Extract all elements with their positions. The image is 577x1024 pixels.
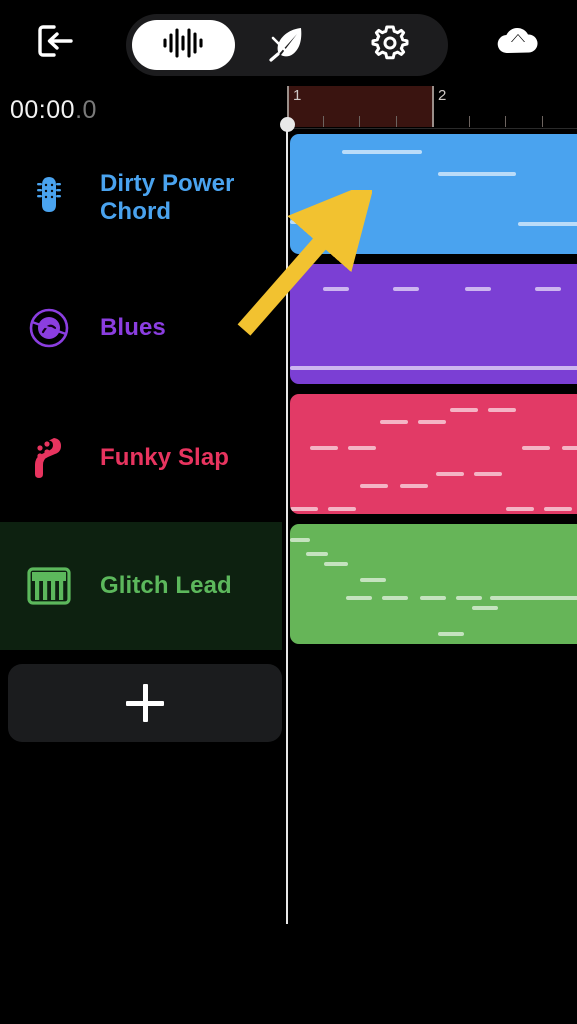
midi-note [506,507,534,511]
track-row-funky-slap[interactable]: Funky Slap [0,394,282,522]
view-mode-segmented-control[interactable] [126,14,448,76]
timecode-fraction: .0 [75,96,97,124]
midi-note [522,446,550,450]
gear-icon [370,23,410,68]
clip-glitch-lead[interactable] [290,524,577,644]
ruler-baseline [287,128,577,129]
midi-note [436,472,464,476]
timeline-ruler[interactable]: 1 2 [287,86,577,134]
clip-funky-slap[interactable] [290,394,577,514]
bass-headstock-icon [16,428,82,488]
ruler-tick [505,116,506,127]
midi-note [420,596,446,600]
timecode-main: 00:00 [10,96,76,124]
midi-note [328,507,356,511]
ruler-tick [542,116,543,127]
track-row-glitch-lead[interactable]: Glitch Lead [0,522,282,650]
track-row-dirty-power-chord[interactable]: Dirty Power Chord [0,134,282,262]
midi-note [474,472,502,476]
ruler-tick [396,116,397,127]
midi-note [324,562,348,566]
midi-note [290,220,334,224]
exit-button[interactable] [30,22,82,64]
exit-arrow-icon [37,24,75,63]
midi-note [465,287,491,291]
playhead-line[interactable] [286,122,288,927]
waveform-icon [160,26,208,65]
midi-note [393,287,419,291]
ruler-tick [323,116,324,127]
track-name-label: Glitch Lead [100,571,232,599]
track-name-label: Funky Slap [100,443,230,471]
midi-note [472,606,498,610]
guitar-headstock-icon [16,168,82,228]
track-list: Dirty Power Chord Blues Funky Slap Glitc… [0,134,282,654]
midi-note [348,446,376,450]
ruler-tick [359,116,360,127]
track-row-blues[interactable]: Blues [0,264,282,392]
ruler-tick [469,116,470,127]
track-name-label: Dirty Power Chord [100,169,235,225]
bar-number-1: 1 [293,87,302,104]
clip-dirty-power-chord[interactable] [290,134,577,254]
midi-note [346,596,372,600]
midi-note [535,287,561,291]
cloud-upload-icon [495,23,541,64]
tab-tracks[interactable] [132,20,236,70]
midi-note [544,507,572,511]
bar-number-2: 2 [438,87,447,104]
midi-note [290,538,310,542]
midi-note [438,632,464,636]
tab-compose[interactable] [235,20,338,70]
bottom-toolbar [0,924,577,1024]
midi-note [488,408,516,412]
midi-note [450,408,478,412]
clip-blues[interactable] [290,264,577,384]
plus-icon [126,684,164,722]
loop-region[interactable] [287,86,433,127]
midi-note [490,596,577,600]
feather-quill-icon [267,24,307,67]
midi-note [360,484,388,488]
midi-note [342,150,422,154]
top-bar [0,0,577,84]
add-track-button[interactable] [8,664,282,742]
cloud-upload-button[interactable] [491,22,545,64]
timecode-display[interactable]: 00:00.0 [10,96,97,125]
midi-note [306,552,328,556]
piano-keys-icon [16,556,82,616]
midi-note [562,446,577,450]
midi-note [310,446,338,450]
midi-note [360,578,386,582]
midi-note [518,222,577,226]
timeline-clips-area[interactable] [287,134,577,654]
midi-note [323,287,349,291]
bar-line-2 [432,86,434,127]
midi-note [456,596,482,600]
midi-note [400,484,428,488]
playhead-handle[interactable] [280,117,295,132]
midi-note [438,172,516,176]
midi-note [418,420,446,424]
midi-note [380,420,408,424]
midi-note [290,366,577,370]
synth-knob-icon [16,298,82,358]
midi-note [290,507,318,511]
track-name-label: Blues [100,313,166,341]
tab-settings[interactable] [339,20,442,70]
midi-note [382,596,408,600]
app-root: 00:00.0 1 2 Dirty Power Chord Blues Funk… [0,0,577,1024]
